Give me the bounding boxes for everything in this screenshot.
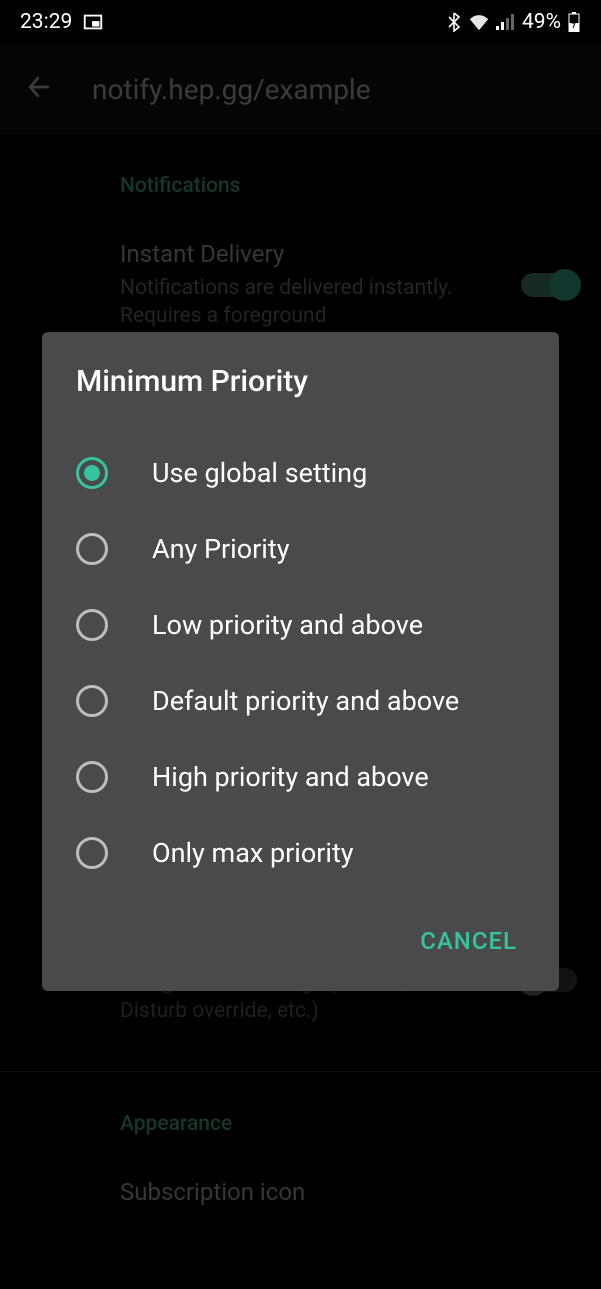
radio-icon xyxy=(76,761,108,793)
cancel-button[interactable]: CANCEL xyxy=(412,915,525,967)
wifi-icon xyxy=(468,13,490,31)
radio-option-global[interactable]: Use global setting xyxy=(76,435,525,511)
dialog-minimum-priority: Minimum Priority Use global setting Any … xyxy=(42,332,559,991)
radio-option-high[interactable]: High priority and above xyxy=(76,739,525,815)
radio-icon xyxy=(76,533,108,565)
radio-label: High priority and above xyxy=(152,761,429,793)
battery-icon xyxy=(567,12,581,32)
bluetooth-icon xyxy=(446,12,462,32)
radio-icon xyxy=(76,685,108,717)
radio-label: Any Priority xyxy=(152,533,289,565)
radio-option-low[interactable]: Low priority and above xyxy=(76,587,525,663)
picture-in-picture-icon xyxy=(82,11,104,33)
radio-selected-icon xyxy=(76,457,108,489)
dialog-title: Minimum Priority xyxy=(76,364,525,399)
radio-option-default[interactable]: Default priority and above xyxy=(76,663,525,739)
signal-icon xyxy=(496,14,516,30)
radio-icon xyxy=(76,609,108,641)
status-bar: 23:29 49% xyxy=(0,0,601,44)
radio-option-max[interactable]: Only max priority xyxy=(76,815,525,891)
status-time: 23:29 xyxy=(20,10,72,34)
radio-icon xyxy=(76,837,108,869)
radio-option-any[interactable]: Any Priority xyxy=(76,511,525,587)
radio-label: Use global setting xyxy=(152,457,367,489)
radio-label: Only max priority xyxy=(152,837,354,869)
radio-label: Low priority and above xyxy=(152,609,423,641)
radio-label: Default priority and above xyxy=(152,685,459,717)
battery-percent: 49% xyxy=(522,10,561,34)
